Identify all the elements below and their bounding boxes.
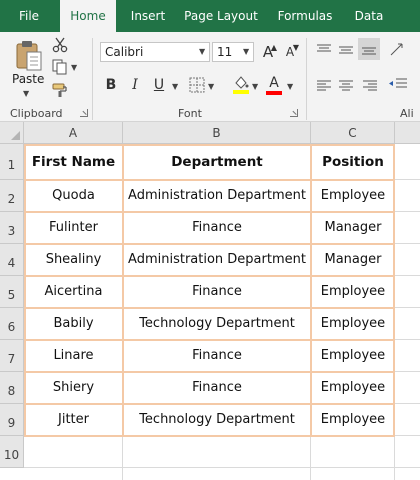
paste-icon[interactable] [14,38,44,72]
borders-icon[interactable] [188,76,206,94]
group-separator [306,38,307,120]
underline-button[interactable]: U [148,74,170,96]
column-header-a[interactable]: A [24,122,123,144]
table-cell[interactable]: Quoda [24,180,123,212]
clipboard-group-label: Clipboard [10,107,63,120]
column-header-b[interactable]: B [123,122,311,144]
cut-icon[interactable] [52,37,68,53]
tab-file[interactable]: File [0,0,58,32]
table-cell[interactable]: Finance [123,340,311,372]
row-header-10[interactable]: 10 [0,436,24,468]
orientation-icon[interactable] [388,40,406,58]
tab-data[interactable]: Data [344,0,394,32]
align-right-icon[interactable] [362,78,378,92]
table-cell[interactable]: Linare [24,340,123,372]
tab-home[interactable]: Home [60,0,116,33]
table-cell[interactable]: Finance [123,276,311,308]
table-cell[interactable]: Jitter [24,404,123,436]
table-cell[interactable]: Employee [311,340,395,372]
table-cell[interactable]: Employee [311,276,395,308]
table-cell[interactable]: Employee [311,372,395,404]
underline-dropdown-icon[interactable]: ▼ [172,82,178,91]
font-color-dropdown-icon[interactable]: ▼ [287,82,293,91]
row-header-3[interactable]: 3 [0,212,24,244]
table-cell[interactable]: Employee [311,180,395,212]
row-header-1[interactable]: 1 [0,144,24,180]
shrink-font-button[interactable]: A ▼ [279,41,301,63]
table-cell[interactable]: Employee [311,308,395,340]
fill-color-icon[interactable] [232,74,250,94]
column-header-c[interactable]: C [311,122,395,144]
table-cell[interactable]: Technology Department [123,308,311,340]
decrease-indent-icon[interactable] [388,76,408,94]
bold-button[interactable]: B [100,74,122,96]
tab-formulas[interactable]: Formulas [268,0,342,32]
row-header-5[interactable]: 5 [0,276,24,308]
tab-page-layout[interactable]: Page Layout [178,0,264,32]
row-header-7[interactable]: 7 [0,340,24,372]
font-size-dropdown-icon[interactable]: ▼ [243,47,249,56]
grow-font-button[interactable]: A ▲ [257,41,279,63]
fill-color-dropdown-icon[interactable]: ▼ [252,82,258,91]
gridline [24,467,420,468]
header-cell[interactable]: Department [123,144,311,180]
paste-dropdown-icon[interactable]: ▼ [23,89,29,98]
table-cell[interactable]: Administration Department [123,244,311,276]
row-header-4[interactable]: 4 [0,244,24,276]
table-cell[interactable]: Aicertina [24,276,123,308]
table-cell[interactable]: Babily [24,308,123,340]
table-cell[interactable]: Administration Department [123,180,311,212]
table-cell[interactable]: Manager [311,212,395,244]
group-separator [92,38,93,120]
copy-dropdown-icon[interactable]: ▼ [71,63,77,72]
borders-dropdown-icon[interactable]: ▼ [208,82,214,91]
font-name-dropdown-icon[interactable]: ▼ [199,47,205,56]
font-color-button[interactable]: A [263,72,285,95]
table-cell[interactable]: Manager [311,244,395,276]
align-top-icon[interactable] [316,42,332,56]
clipboard-launcher-icon[interactable] [80,109,88,117]
copy-icon[interactable] [52,59,68,75]
paste-label[interactable]: Paste [12,72,44,86]
table-cell[interactable]: Shiery [24,372,123,404]
italic-button[interactable]: I [124,74,146,96]
header-cell[interactable]: First Name [24,144,123,180]
table-cell[interactable]: Employee [311,404,395,436]
font-group-label: Font [178,107,202,120]
align-left-icon[interactable] [316,78,332,92]
row-header-2[interactable]: 2 [0,180,24,212]
font-launcher-icon[interactable] [290,109,298,117]
ribbon: Paste ▼ ▼ Clipboard Calibri ▼ 11 ▼ A ▲ A ▼… [0,32,420,122]
tab-insert[interactable]: Insert [120,0,176,32]
table-cell[interactable]: Finance [123,212,311,244]
table-cell[interactable]: Technology Department [123,404,311,436]
align-bottom-icon[interactable] [358,38,380,60]
row-header-8[interactable]: 8 [0,372,24,404]
row-header-6[interactable]: 6 [0,308,24,340]
align-center-icon[interactable] [338,78,354,92]
align-middle-icon[interactable] [338,42,354,56]
table-cell[interactable]: Finance [123,372,311,404]
font-color-label: A [269,75,279,91]
select-all-corner[interactable] [0,122,24,144]
column-header-d[interactable] [395,122,420,144]
alignment-group-label: Ali [400,107,414,120]
font-name-select[interactable]: Calibri [100,42,210,62]
format-painter-icon[interactable] [52,82,68,98]
header-cell[interactable]: Position [311,144,395,180]
table-cell[interactable]: Fulinter [24,212,123,244]
table-cell[interactable]: Shealiny [24,244,123,276]
ribbon-tab-bar: File Home Insert Page Layout Formulas Da… [0,0,420,33]
row-header-9[interactable]: 9 [0,404,24,436]
